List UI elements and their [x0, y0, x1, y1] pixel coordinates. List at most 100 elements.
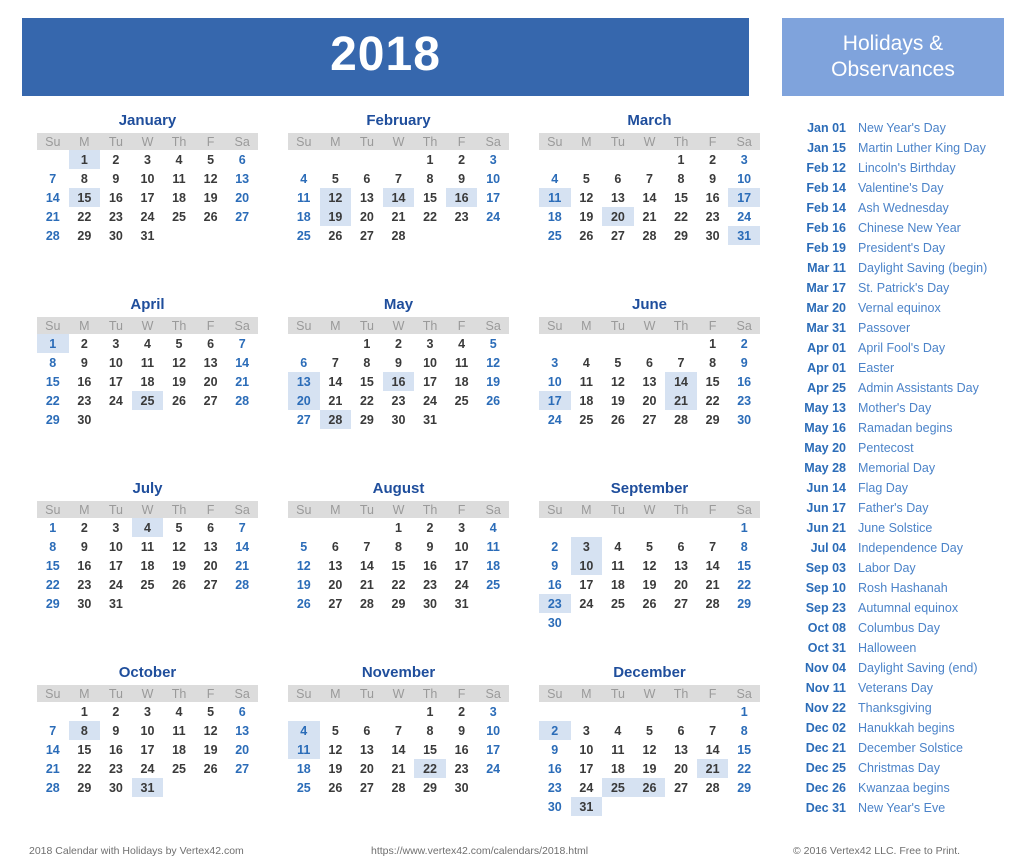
- day-cell[interactable]: 7: [634, 169, 666, 188]
- day-cell[interactable]: 12: [602, 372, 634, 391]
- day-cell[interactable]: 19: [320, 759, 352, 778]
- day-cell[interactable]: 12: [634, 740, 666, 759]
- day-cell[interactable]: 16: [69, 372, 101, 391]
- day-cell[interactable]: 7: [37, 721, 69, 740]
- day-cell[interactable]: 3: [477, 150, 509, 169]
- day-cell[interactable]: 27: [195, 391, 227, 410]
- day-cell[interactable]: 18: [288, 207, 320, 226]
- day-cell[interactable]: 2: [697, 150, 729, 169]
- day-cell[interactable]: 15: [383, 556, 415, 575]
- day-cell[interactable]: 9: [446, 169, 478, 188]
- day-cell[interactable]: 18: [477, 556, 509, 575]
- day-cell[interactable]: 20: [351, 759, 383, 778]
- day-cell[interactable]: 6: [320, 537, 352, 556]
- day-cell[interactable]: 11: [132, 353, 164, 372]
- day-cell[interactable]: 25: [131, 391, 164, 410]
- day-cell[interactable]: 30: [728, 410, 760, 429]
- day-cell[interactable]: 13: [226, 169, 258, 188]
- day-cell[interactable]: 1: [728, 518, 760, 537]
- day-cell[interactable]: 17: [414, 372, 446, 391]
- day-cell[interactable]: 24: [132, 207, 164, 226]
- day-cell[interactable]: 19: [288, 575, 320, 594]
- day-cell[interactable]: 17: [728, 188, 760, 207]
- day-cell[interactable]: 10: [132, 721, 164, 740]
- day-cell[interactable]: 16: [539, 759, 571, 778]
- day-cell[interactable]: 5: [195, 702, 227, 721]
- day-cell[interactable]: 1: [37, 518, 69, 537]
- day-cell[interactable]: 2: [383, 334, 415, 353]
- day-cell[interactable]: 14: [320, 372, 352, 391]
- day-cell[interactable]: 6: [226, 702, 258, 721]
- day-cell[interactable]: 27: [288, 410, 320, 429]
- day-cell[interactable]: 22: [383, 575, 415, 594]
- day-cell[interactable]: 21: [383, 759, 415, 778]
- day-cell[interactable]: 15: [37, 372, 69, 391]
- day-cell[interactable]: 14: [697, 740, 729, 759]
- day-cell[interactable]: 16: [446, 740, 478, 759]
- day-cell[interactable]: 13: [634, 372, 666, 391]
- day-cell[interactable]: 7: [697, 721, 729, 740]
- day-cell[interactable]: 19: [195, 740, 227, 759]
- day-cell[interactable]: 7: [226, 334, 258, 353]
- day-cell[interactable]: 18: [602, 575, 634, 594]
- day-cell[interactable]: 18: [163, 188, 195, 207]
- day-cell[interactable]: 24: [477, 759, 509, 778]
- day-cell[interactable]: 18: [539, 207, 571, 226]
- day-cell[interactable]: 12: [477, 353, 509, 372]
- day-cell[interactable]: 15: [414, 188, 446, 207]
- day-cell[interactable]: 17: [132, 188, 164, 207]
- day-cell[interactable]: 3: [132, 150, 164, 169]
- day-cell[interactable]: 8: [68, 721, 101, 740]
- day-cell[interactable]: 5: [571, 169, 603, 188]
- day-cell[interactable]: 22: [728, 759, 760, 778]
- day-cell[interactable]: 27: [320, 594, 352, 613]
- day-cell[interactable]: 5: [288, 537, 320, 556]
- day-cell[interactable]: 22: [697, 391, 729, 410]
- day-cell[interactable]: 16: [69, 556, 101, 575]
- day-cell[interactable]: 6: [288, 353, 320, 372]
- day-cell[interactable]: 29: [351, 410, 383, 429]
- day-cell[interactable]: 30: [539, 613, 571, 632]
- day-cell[interactable]: 23: [697, 207, 729, 226]
- day-cell[interactable]: 10: [414, 353, 446, 372]
- day-cell[interactable]: 24: [132, 759, 164, 778]
- day-cell[interactable]: 6: [226, 150, 258, 169]
- day-cell[interactable]: 11: [477, 537, 509, 556]
- day-cell[interactable]: 23: [446, 759, 478, 778]
- day-cell[interactable]: 14: [226, 537, 258, 556]
- day-cell[interactable]: 6: [634, 353, 666, 372]
- day-cell[interactable]: 31: [132, 226, 164, 245]
- day-cell[interactable]: 1: [68, 150, 101, 169]
- day-cell[interactable]: 17: [100, 372, 132, 391]
- day-cell[interactable]: 26: [163, 575, 195, 594]
- day-cell[interactable]: 5: [634, 537, 666, 556]
- day-cell[interactable]: 12: [195, 721, 227, 740]
- day-cell[interactable]: 29: [69, 778, 101, 797]
- day-cell[interactable]: 3: [539, 353, 571, 372]
- day-cell[interactable]: 26: [195, 207, 227, 226]
- day-cell[interactable]: 11: [571, 372, 603, 391]
- day-cell[interactable]: 25: [163, 207, 195, 226]
- day-cell[interactable]: 7: [665, 353, 697, 372]
- day-cell[interactable]: 16: [100, 188, 132, 207]
- day-cell[interactable]: 23: [69, 575, 101, 594]
- day-cell[interactable]: 22: [665, 207, 697, 226]
- day-cell[interactable]: 3: [100, 334, 132, 353]
- day-cell[interactable]: 4: [539, 169, 571, 188]
- day-cell[interactable]: 9: [446, 721, 478, 740]
- day-cell[interactable]: 24: [446, 575, 478, 594]
- day-cell[interactable]: 10: [539, 372, 571, 391]
- day-cell[interactable]: 10: [477, 721, 509, 740]
- day-cell[interactable]: 25: [602, 594, 634, 613]
- day-cell[interactable]: 20: [351, 207, 383, 226]
- day-cell[interactable]: 22: [351, 391, 383, 410]
- day-cell[interactable]: 18: [446, 372, 478, 391]
- day-cell[interactable]: 5: [195, 150, 227, 169]
- day-cell[interactable]: 26: [195, 759, 227, 778]
- day-cell[interactable]: 6: [195, 334, 227, 353]
- day-cell[interactable]: 8: [728, 537, 760, 556]
- day-cell[interactable]: 19: [195, 188, 227, 207]
- day-cell[interactable]: 9: [100, 721, 132, 740]
- day-cell[interactable]: 29: [383, 594, 415, 613]
- day-cell[interactable]: 20: [320, 575, 352, 594]
